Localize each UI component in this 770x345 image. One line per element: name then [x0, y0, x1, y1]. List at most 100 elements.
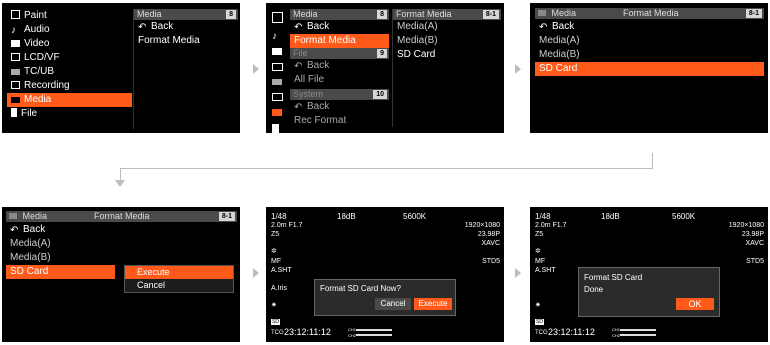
flow-connector [652, 153, 653, 168]
flow-arrow [515, 268, 521, 278]
tc-ub-icon [272, 79, 282, 85]
audio-ch1-label: CH1 [348, 327, 357, 332]
screen-menu-sections: ♪ Media 8 ↶ Back Format Media File 9 ↶ Back … [266, 3, 504, 133]
execute-option[interactable]: Execute [125, 266, 233, 279]
submenu-panel: Media 8 ↶ Back Format Media [133, 9, 238, 129]
sidebar: Paint ♪ Audio Video LCD/VF TC/UB Recordin… [7, 9, 132, 121]
icon-column: ♪ [272, 9, 286, 133]
shutter-mode-readout: A.SHT [535, 267, 556, 274]
recording-icon [11, 81, 20, 89]
flow-connector [120, 168, 653, 169]
nd-icon: ✲ [535, 248, 541, 255]
back-button[interactable]: ↶ Back [535, 20, 764, 34]
audio-icon: ♪ [11, 25, 16, 36]
audio-meter-ch1 [620, 329, 656, 331]
picture-profile-readout: STD5 [746, 258, 764, 265]
format-media-item[interactable]: Format Media [290, 34, 389, 48]
fps-readout: 23.98P [477, 231, 500, 238]
title-bar: Media Format Media 8-1 [535, 8, 764, 19]
sidebar-item-audio[interactable]: ♪ Audio [7, 23, 132, 37]
file-icon [11, 108, 17, 117]
sd-card-item[interactable]: SD Card [535, 62, 764, 76]
resolution-readout: 1920×1080 [464, 222, 500, 229]
back-icon: ↶ [539, 22, 548, 33]
focus-mode-readout: MF [271, 258, 282, 265]
section-system-title: System 10 [290, 89, 389, 100]
codec-readout: XAVC [481, 240, 500, 247]
wb-readout: 5600K [672, 212, 696, 221]
recording-icon [272, 93, 283, 101]
back-button[interactable]: ↶ Back [290, 100, 389, 114]
iris-readout: 2.0m F1.7 [271, 222, 303, 229]
audio-ch2-label: CH2 [612, 333, 621, 338]
cancel-option[interactable]: Cancel [125, 279, 233, 292]
sd-icon: SD [271, 319, 280, 325]
media-icon [538, 10, 546, 16]
fps-readout: 23.98P [741, 231, 764, 238]
shutter-readout: 1/48 [535, 212, 551, 221]
sd-card-item[interactable]: SD Card [6, 265, 115, 279]
audio-meter-ch2 [356, 334, 392, 336]
section-media-title: Media 8 [290, 9, 389, 20]
rec-format-item[interactable]: Rec Format [290, 114, 389, 128]
audio-ch1-label: CH1 [612, 327, 621, 332]
gain-readout: 18dB [601, 212, 620, 221]
media-b-item[interactable]: Media(B) [6, 251, 236, 265]
sidebar-item-media[interactable]: Media [7, 93, 132, 107]
shutter-readout: 1/48 [271, 212, 287, 221]
zoom-readout: Z5 [271, 231, 280, 238]
sidebar-item-lcd-vf[interactable]: LCD/VF [7, 51, 132, 65]
media-b-item[interactable]: Media(B) [393, 34, 501, 48]
media-a-item[interactable]: Media(A) [393, 20, 501, 34]
sidebar-item-recording[interactable]: Recording [7, 79, 132, 93]
back-button[interactable]: ↶ Back [290, 59, 389, 73]
video-icon [272, 48, 282, 55]
sidebar-item-file[interactable]: File [7, 107, 132, 121]
lcd-vf-icon [11, 53, 20, 61]
all-file-item[interactable]: All File [290, 73, 389, 87]
media-a-item[interactable]: Media(A) [535, 34, 764, 48]
auto-iris-readout: A.Iris [271, 285, 287, 292]
audio-icon: ♪ [272, 31, 277, 42]
dialog-message: Format SD Card Now? [320, 284, 401, 293]
page-badge: 8 [226, 10, 236, 19]
back-button[interactable]: ↶ Back [134, 20, 238, 34]
sidebar-item-tc-ub[interactable]: TC/UB [7, 65, 132, 79]
sections-column: Media 8 ↶ Back Format Media File 9 ↶ Back Al… [290, 9, 389, 128]
section-file-title: File 9 [290, 48, 389, 59]
done-dialog: Format SD Card Done OK [578, 267, 720, 317]
video-icon [11, 40, 20, 47]
media-icon [11, 97, 20, 103]
back-button[interactable]: ↶ Back [290, 20, 389, 34]
file-icon [272, 124, 279, 133]
format-media-item[interactable]: Format Media [134, 34, 238, 48]
brightness-icon: ✷ [271, 302, 277, 309]
shutter-mode-readout: A.SHT [271, 267, 292, 274]
media-b-item[interactable]: Media(B) [535, 48, 764, 62]
sidebar-item-video[interactable]: Video [7, 37, 132, 51]
timecode-readout: 23:12:11:12 [548, 327, 595, 337]
back-icon: ↶ [294, 61, 303, 72]
dialog-title: Format SD Card [584, 273, 643, 282]
title-bar: Media Format Media 8-1 [6, 211, 237, 222]
ok-button[interactable]: OK [676, 298, 714, 310]
picture-profile-readout: STD5 [482, 258, 500, 265]
back-icon: ↶ [138, 22, 147, 33]
iris-readout: 2.0m F1.7 [535, 222, 567, 229]
screen-confirm-dialog: 1/48 18dB 5600K 2.0m F1.7 Z5 1920×1080 2… [266, 207, 504, 342]
flow-arrow-down [115, 180, 125, 187]
flow-arrow [515, 64, 521, 74]
timecode-label: TCG [535, 330, 548, 336]
media-a-item[interactable]: Media(A) [6, 237, 236, 251]
media-icon [272, 109, 282, 116]
confirm-dialog: Format SD Card Now? Cancel Execute [314, 279, 456, 316]
sd-card-item[interactable]: SD Card [393, 48, 501, 62]
sidebar-item-paint[interactable]: Paint [7, 9, 132, 23]
page-badge: 8-1 [745, 9, 762, 18]
execute-button[interactable]: Execute [414, 298, 452, 310]
sd-icon: SD [535, 319, 544, 325]
paint-icon [11, 10, 20, 19]
back-button[interactable]: ↶ Back [6, 223, 236, 237]
flow-arrow [253, 64, 259, 74]
cancel-button[interactable]: Cancel [375, 298, 411, 310]
